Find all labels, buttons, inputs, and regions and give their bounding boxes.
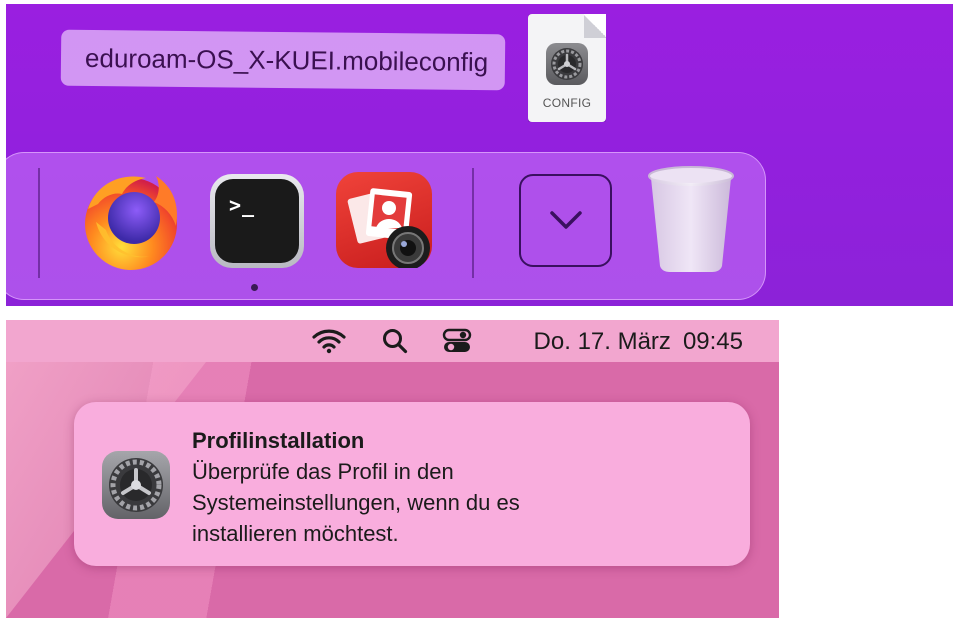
running-indicator	[251, 284, 258, 291]
trash-icon[interactable]	[646, 164, 736, 276]
notification-banner[interactable]: Profilinstallation Überprüfe das Profil …	[74, 402, 750, 566]
control-center-icon[interactable]	[440, 320, 474, 362]
firefox-icon[interactable]	[76, 164, 186, 274]
chevron-down-icon	[550, 211, 582, 229]
file-type-label: CONFIG	[542, 96, 592, 110]
gear-icon	[546, 43, 588, 85]
search-icon[interactable]	[378, 320, 412, 362]
config-file-icon[interactable]: CONFIG	[528, 14, 606, 122]
notification-area: Do. 17. März 09:45 Profilinstallation Übe…	[6, 320, 779, 618]
system-preferences-icon	[102, 451, 170, 519]
desktop-dock-area: eduroam-OS_X-KUEI.mobileconfig CONFIG >_	[6, 4, 953, 306]
menubar-date: Do. 17. März	[533, 328, 671, 355]
notification-title: Profilinstallation	[192, 428, 365, 453]
photo-booth-icon[interactable]	[336, 172, 432, 268]
menubar-clock[interactable]: Do. 17. März 09:45	[534, 320, 743, 362]
menu-bar: Do. 17. März 09:45	[6, 320, 779, 362]
notification-body: Überprüfe das Profil in den Systemeinste…	[192, 456, 712, 549]
dragged-file-name: eduroam-OS_X-KUEI.mobileconfig	[60, 29, 506, 91]
terminal-prompt: >_	[229, 193, 256, 217]
wifi-icon[interactable]	[308, 320, 350, 362]
downloads-stack[interactable]	[519, 174, 612, 267]
photo-stack-icon	[347, 188, 430, 268]
notification-body-line: Systemeinstellungen, wenn du es	[192, 490, 520, 515]
notification-body-line: installieren möchtest.	[192, 521, 399, 546]
terminal-screen: >_	[215, 179, 299, 263]
notification-body-line: Überprüfe das Profil in den	[192, 459, 454, 484]
menubar-time: 09:45	[682, 328, 743, 355]
dock-separator	[472, 168, 474, 278]
dock-separator	[38, 168, 40, 278]
terminal-icon[interactable]: >_	[210, 174, 304, 268]
file-fold	[584, 14, 606, 38]
